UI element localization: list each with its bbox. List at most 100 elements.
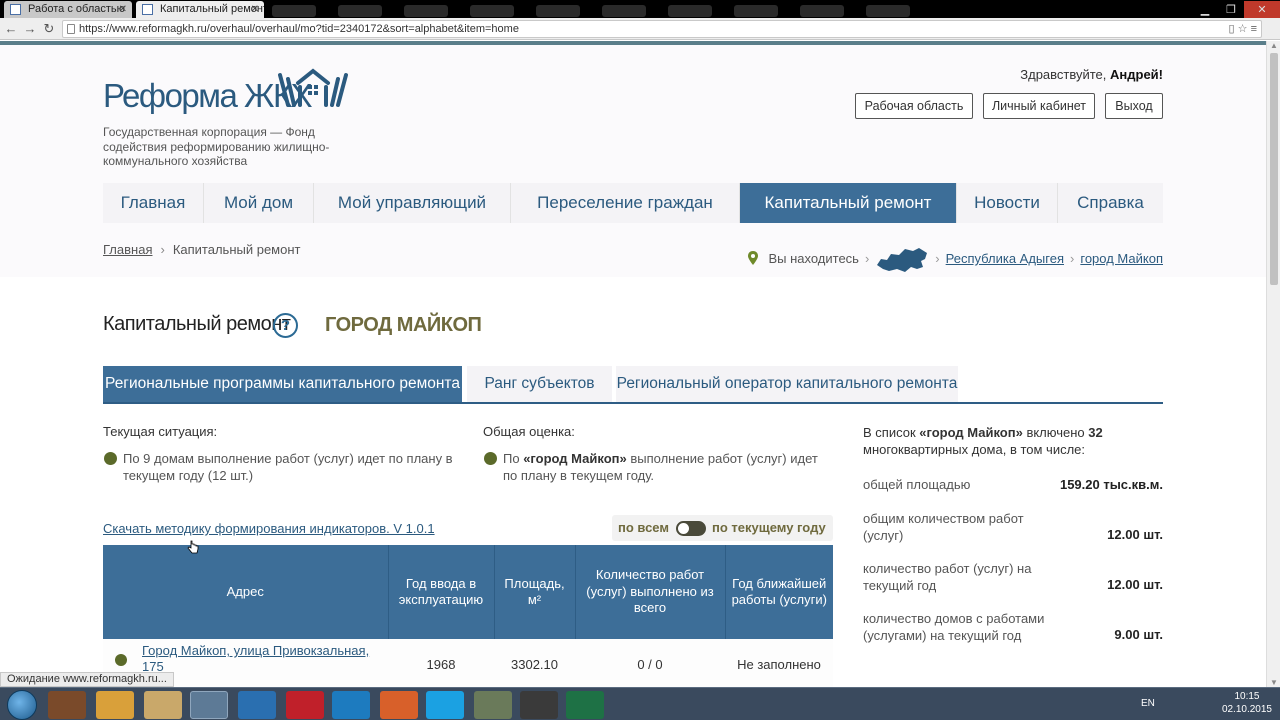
breadcrumb-current: Капитальный ремонт: [172, 242, 301, 257]
region-link[interactable]: Республика Адыгея: [946, 251, 1064, 266]
main-nav: Главная Мой дом Мой управляющий Переселе…: [103, 183, 1163, 223]
url-text: https://www.reformagkh.ru/overhaul/overh…: [79, 23, 519, 35]
nav-item-help[interactable]: Справка: [1058, 183, 1163, 223]
browser-tab-active[interactable]: Капитальный ремонт ✕: [136, 1, 264, 18]
internet-explorer-icon[interactable]: [238, 691, 276, 719]
house-logo-icon[interactable]: [276, 65, 350, 109]
nav-item-home[interactable]: Главная: [103, 183, 204, 223]
scrollbar-thumb[interactable]: [1270, 53, 1278, 285]
location-bar: Вы находитесь › › Республика Адыгея › город М…: [748, 245, 1163, 272]
stat-value: 159.20 тыс.кв.м.: [1059, 477, 1163, 492]
minimize-icon[interactable]: ▁: [1192, 1, 1218, 18]
hand-cursor-icon: [187, 540, 199, 554]
toggle-switch[interactable]: [676, 521, 706, 536]
stat-label: общим количеством работ (услуг): [863, 511, 1024, 543]
logout-button[interactable]: Выход: [1105, 93, 1163, 119]
user-greeting: Здравствуйте, Андрей!: [1020, 67, 1163, 82]
overall-assessment-label: Общая оценка:: [483, 424, 575, 439]
stat-value: 9.00 шт.: [1114, 627, 1163, 642]
window-close-icon[interactable]: ✕: [1244, 1, 1280, 18]
city-title: ГОРОД МАЙКОП: [325, 314, 482, 336]
tab-regional-operator[interactable]: Региональный оператор капитального ремон…: [616, 366, 958, 402]
chevron-right-icon: ›: [864, 251, 870, 266]
contacts-icon[interactable]: [96, 691, 134, 719]
nav-item-news[interactable]: Новости: [957, 183, 1058, 223]
col-header-address[interactable]: Адрес: [103, 545, 389, 639]
address-link[interactable]: Город Майкоп, улица Привокзальная, 175: [142, 643, 369, 674]
location-pin-icon: [748, 251, 759, 265]
table-row: Город Майкоп, улица Привокзальная, 175 1…: [103, 639, 833, 687]
year-cell: 1968: [388, 639, 494, 687]
breadcrumb-home-link[interactable]: Главная: [103, 242, 152, 257]
summary-stat: количество работ (услуг) на текущий год …: [863, 560, 1163, 596]
tab-regional-programs[interactable]: Региональные программы капитального ремо…: [103, 366, 462, 402]
user-name: Андрей!: [1110, 67, 1163, 82]
nav-item-capital-repair[interactable]: Капитальный ремонт: [740, 183, 957, 223]
tab-close-icon[interactable]: ✕: [251, 1, 259, 18]
start-button-icon[interactable]: [7, 690, 37, 720]
content-tabs: Региональные программы капитального ремо…: [103, 366, 1163, 404]
col-header-year[interactable]: Год ввода в эксплуатацию: [388, 545, 495, 639]
media-player-icon[interactable]: [48, 691, 86, 719]
browser-tab[interactable]: Работа с областью ✕: [4, 1, 132, 18]
page-favicon-icon: [10, 4, 21, 15]
nav-item-resettlement[interactable]: Переселение граждан: [511, 183, 740, 223]
download-methodology-link[interactable]: Скачать методику формирования индикаторо…: [103, 521, 435, 536]
bookmark-star-icon[interactable]: ☆: [1238, 23, 1248, 35]
forward-icon[interactable]: →: [21, 20, 39, 38]
scroll-up-icon[interactable]: ▲: [1267, 41, 1280, 50]
maximize-icon[interactable]: ❐: [1218, 1, 1244, 18]
toggle-all-label[interactable]: по всем: [618, 520, 669, 535]
nav-item-my-manager[interactable]: Мой управляющий: [314, 183, 511, 223]
clock-date: 02.10.2015: [1221, 704, 1272, 715]
media-app-icon[interactable]: [520, 691, 558, 719]
opera-icon[interactable]: [286, 691, 324, 719]
page-info-icon[interactable]: ▯: [1229, 23, 1235, 35]
webpage: Реформа ЖКХ Государственная корпорация —…: [0, 45, 1266, 687]
explorer-folder-icon[interactable]: [144, 691, 182, 719]
help-icon[interactable]: ?: [273, 313, 298, 338]
lock-icon: [67, 24, 75, 34]
tab-close-icon[interactable]: ✕: [119, 1, 127, 18]
clock-time: 10:15: [1234, 691, 1260, 702]
skype-icon[interactable]: [426, 691, 464, 719]
personal-cabinet-button[interactable]: Личный кабинет: [983, 93, 1095, 119]
page-scrollbar[interactable]: ▲ ▼: [1266, 41, 1280, 687]
russia-map-icon[interactable]: [875, 245, 929, 275]
excel-icon[interactable]: [566, 691, 604, 719]
back-icon[interactable]: ←: [2, 20, 20, 38]
teamviewer-icon[interactable]: [332, 691, 370, 719]
col-header-works[interactable]: Количество работ (услуг) выполнено из вс…: [575, 545, 726, 639]
toggle-current-year-label[interactable]: по текущему году: [712, 520, 826, 535]
browser-status-bar: Ожидание www.reformagkh.ru...: [0, 672, 174, 687]
menu-icon[interactable]: ≡: [1251, 23, 1257, 35]
scroll-down-icon[interactable]: ▼: [1267, 678, 1280, 687]
browser-tabstrip: Работа с областью ✕ Капитальный ремонт ✕…: [0, 0, 1280, 18]
stat-value: 12.00 шт.: [1107, 577, 1163, 592]
status-dot: [484, 452, 497, 465]
tab-subject-rank[interactable]: Ранг субъектов: [467, 366, 612, 402]
system-clock[interactable]: 10:15 02.10.2015: [1222, 690, 1272, 716]
address-bar[interactable]: https://www.reformagkh.ru/overhaul/overh…: [62, 20, 1262, 38]
works-cell: 0 / 0: [575, 639, 725, 687]
status-dot: [104, 452, 117, 465]
firefox-icon[interactable]: [380, 691, 418, 719]
col-header-area[interactable]: Площадь, м²: [494, 545, 576, 639]
reload-icon[interactable]: ↻: [40, 20, 58, 38]
nav-item-my-house[interactable]: Мой дом: [204, 183, 314, 223]
workspace-button[interactable]: Рабочая область: [855, 93, 973, 119]
location-label: Вы находитесь: [768, 251, 859, 266]
stat-label: количество домов с работами (услугами) н…: [863, 611, 1045, 643]
city-link[interactable]: город Майкоп: [1080, 251, 1163, 266]
status-dot: [115, 654, 127, 666]
overall-assessment-text: По «город Майкоп» выполнение работ (услу…: [503, 451, 818, 483]
summary-stat: общей площадью 159.20 тыс.кв.м.: [863, 476, 1163, 496]
col-header-next-work[interactable]: Год ближайшей работы (услуги): [725, 545, 833, 639]
period-toggle[interactable]: по всем по текущему году: [612, 515, 833, 541]
chrome-icon[interactable]: [190, 691, 228, 719]
background-tabs: [272, 4, 952, 18]
current-situation-text: По 9 домам выполнение работ (услуг) идет…: [123, 451, 453, 483]
summary-intro: В список «город Майкоп» включено 32 мног…: [863, 425, 1103, 457]
keyboard-language[interactable]: EN: [1141, 698, 1155, 709]
archive-app-icon[interactable]: [474, 691, 512, 719]
